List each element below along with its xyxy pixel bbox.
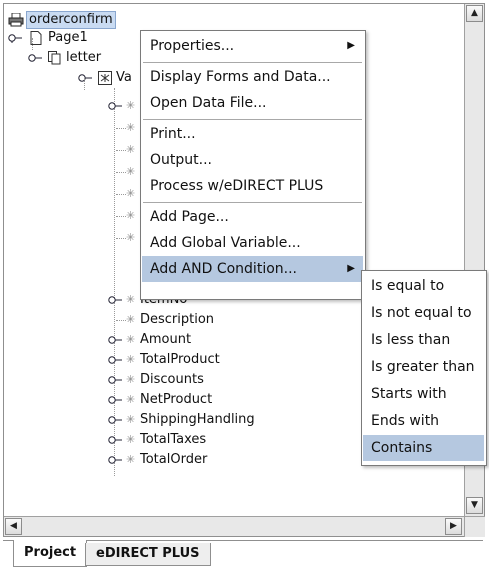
tree-node-field[interactable]: ✳ TotalProduct: [6, 350, 346, 370]
tree-field-label: NetProduct: [140, 392, 213, 407]
asterisk-icon: ✳: [126, 293, 136, 306]
submenu-item-ends-with[interactable]: Ends with: [363, 408, 484, 434]
tree-field-label: Discounts: [140, 372, 204, 387]
panel-tabs: Project eDIRECT PLUS: [3, 540, 483, 573]
menu-item-print[interactable]: Print...: [142, 121, 363, 147]
tree-node-root[interactable]: orderconfirm: [6, 10, 166, 30]
tree-node-field[interactable]: ✳ NetProduct: [6, 390, 346, 410]
tree-root-label[interactable]: orderconfirm: [26, 11, 116, 29]
tree-node-page1[interactable]: Page1: [6, 28, 146, 48]
asterisk-icon: ✳: [126, 433, 136, 446]
tree-field-label: ShippingHandling: [140, 412, 255, 427]
horizontal-scrollbar[interactable]: ◀ ▶: [4, 516, 464, 536]
tree-connector: [84, 78, 85, 90]
submenu-item-is-greater-than[interactable]: Is greater than: [363, 354, 484, 380]
tree-node-field[interactable]: ✳ TotalTaxes: [6, 430, 346, 450]
tree-node-hidden[interactable]: ✳: [6, 118, 146, 138]
expand-handle-icon[interactable]: [108, 415, 126, 425]
menu-item-process-edirect[interactable]: Process w/eDIRECT PLUS: [142, 173, 363, 199]
asterisk-icon: ✳: [126, 353, 136, 366]
menu-item-add-and-condition[interactable]: Add AND Condition... ▶: [142, 256, 363, 282]
tree-node-hidden[interactable]: ✳: [6, 206, 146, 226]
expand-handle-icon[interactable]: [108, 375, 126, 385]
tree-node-field[interactable]: ✳ Amount: [6, 330, 346, 350]
tree-field-label: Amount: [140, 332, 192, 347]
scroll-right-button[interactable]: ▶: [445, 518, 462, 535]
asterisk-icon: ✳: [126, 99, 136, 112]
submenu-item-starts-with[interactable]: Starts with: [363, 381, 484, 407]
tab-project[interactable]: Project: [13, 540, 88, 567]
asterisk-icon: ✳: [126, 121, 136, 134]
asterisk-icon: ✳: [126, 165, 136, 178]
context-menu: Properties... ▶ Display Forms and Data...…: [140, 30, 366, 300]
expand-handle-icon[interactable]: [108, 295, 126, 305]
tree-node-hidden[interactable]: ✳: [6, 228, 146, 248]
tree-node-hidden[interactable]: ✳: [6, 140, 146, 160]
expand-handle-icon[interactable]: [108, 395, 126, 405]
condition-submenu: Is equal to Is not equal to Is less than…: [361, 270, 487, 466]
tree-letter-label: letter: [66, 50, 102, 65]
scroll-left-button[interactable]: ◀: [5, 518, 22, 535]
expand-handle-icon[interactable]: [108, 455, 126, 465]
tab-edirect-plus[interactable]: eDIRECT PLUS: [85, 543, 211, 566]
tree-node-field[interactable]: ✳ ShippingHandling: [6, 410, 346, 430]
collapse-handle-icon[interactable]: [8, 33, 26, 43]
submenu-item-is-not-equal-to[interactable]: Is not equal to: [363, 300, 484, 326]
tree-node-field[interactable]: ✳ Discounts: [6, 370, 346, 390]
submenu-item-is-less-than[interactable]: Is less than: [363, 327, 484, 353]
tree-node-hidden[interactable]: ✳: [6, 162, 146, 182]
submenu-item-is-equal-to[interactable]: Is equal to: [363, 273, 484, 299]
menu-item-open-data-file[interactable]: Open Data File...: [142, 90, 363, 116]
tree-connector: [32, 38, 33, 50]
tree-node-letter[interactable]: letter: [6, 48, 146, 68]
asterisk-icon: ✳: [126, 393, 136, 406]
submenu-arrow-icon: ▶: [347, 40, 355, 51]
asterisk-icon: ✳: [126, 209, 136, 222]
tree-variables-label: Va: [116, 70, 132, 85]
variable-block-icon: [98, 71, 112, 85]
menu-item-output[interactable]: Output...: [142, 147, 363, 173]
printer-icon: [8, 13, 24, 27]
asterisk-icon: ✳: [126, 453, 136, 466]
scroll-down-button[interactable]: ▼: [466, 497, 483, 514]
tree-node-hidden[interactable]: ✳: [6, 184, 146, 204]
asterisk-icon: ✳: [126, 373, 136, 386]
expand-handle-icon[interactable]: [108, 335, 126, 345]
tree-field-label: TotalTaxes: [140, 432, 207, 447]
expand-handle-icon[interactable]: [108, 355, 126, 365]
asterisk-icon: ✳: [126, 413, 136, 426]
tree-field-label: TotalOrder: [140, 452, 208, 467]
expand-handle-icon[interactable]: [108, 435, 126, 445]
menu-item-display-forms[interactable]: Display Forms and Data...: [142, 64, 363, 90]
asterisk-icon: ✳: [126, 313, 136, 326]
tree-node-variables[interactable]: Va: [6, 68, 146, 88]
expand-handle-icon[interactable]: [108, 101, 126, 111]
asterisk-icon: ✳: [126, 231, 136, 244]
menu-item-add-page[interactable]: Add Page...: [142, 204, 363, 230]
tree-node-hidden[interactable]: ✳: [6, 96, 146, 116]
document-icon: [48, 51, 61, 65]
scroll-up-button[interactable]: ▲: [466, 5, 483, 22]
menu-item-add-global-variable[interactable]: Add Global Variable...: [142, 230, 363, 256]
collapse-handle-icon[interactable]: [78, 73, 96, 83]
tree-field-label: Description: [140, 312, 215, 327]
asterisk-icon: ✳: [126, 187, 136, 200]
tree-node-field[interactable]: ✳ TotalOrder: [6, 450, 346, 470]
tree-node-itemno[interactable]: ✳ ItemNo: [6, 290, 187, 310]
tree-node-field[interactable]: ✳ Description: [6, 310, 346, 330]
tree-page-label: Page1: [48, 30, 88, 45]
tree-field-label: TotalProduct: [140, 352, 220, 367]
asterisk-icon: ✳: [126, 143, 136, 156]
menu-item-properties[interactable]: Properties... ▶: [142, 33, 363, 59]
submenu-item-contains[interactable]: Contains: [363, 435, 484, 461]
collapse-handle-icon[interactable]: [28, 53, 46, 63]
scroll-corner: [464, 516, 485, 537]
asterisk-icon: ✳: [126, 333, 136, 346]
submenu-arrow-icon: ▶: [347, 263, 355, 274]
